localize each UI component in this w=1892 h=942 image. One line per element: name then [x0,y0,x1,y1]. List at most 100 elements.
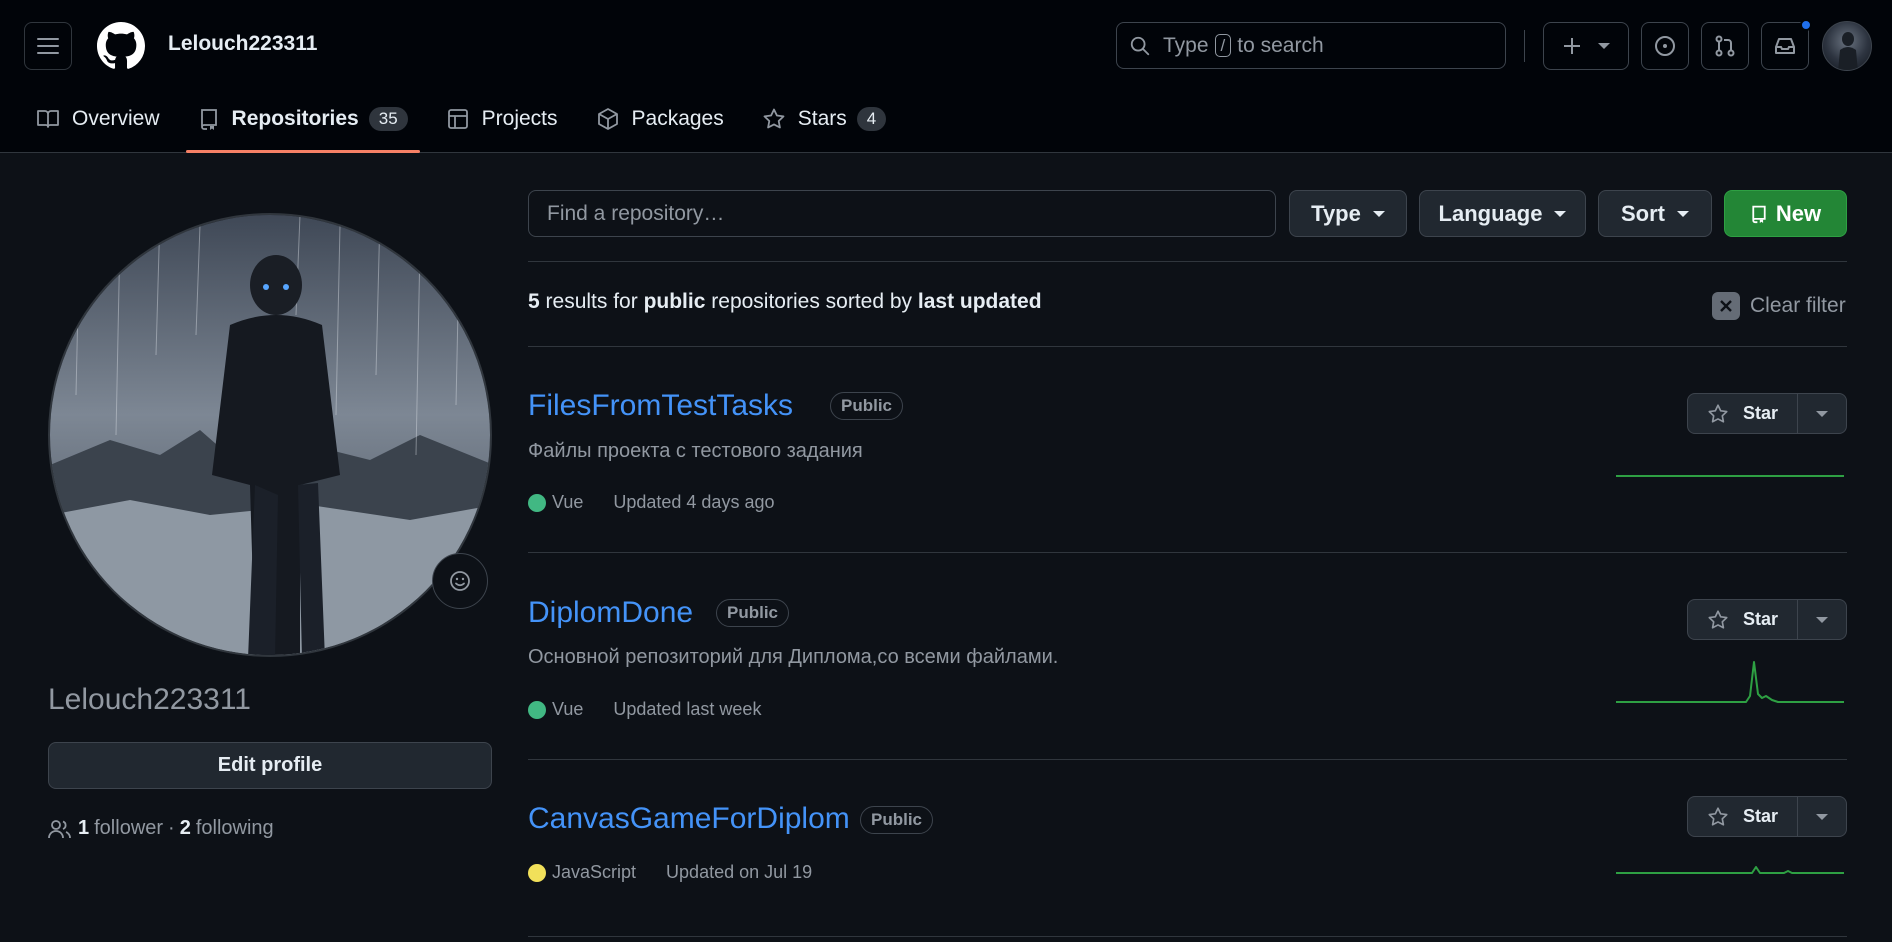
star-icon [1708,609,1728,629]
language-filter-label: Language [1438,200,1543,226]
star-label: Star [1742,403,1778,423]
repo-icon [200,109,217,130]
new-repository-button[interactable]: New [1724,190,1847,237]
tab-label: Projects [481,107,558,130]
top-header: Lelouch223311 Type / to search Overview … [0,0,1892,153]
followers-count[interactable]: 1 [78,817,89,840]
repo-name-link[interactable]: CanvasGameForDiplom [528,802,850,836]
visibility-badge: Public [860,806,934,834]
clear-filter-label: Clear filter [1750,294,1846,317]
create-new-button[interactable] [1543,22,1629,70]
star-button-group: Star [1687,796,1847,837]
avatar-figure-icon [1838,32,1858,70]
language-filter-button[interactable]: Language [1419,190,1586,237]
smiley-icon [450,571,470,591]
repo-description: Файлы проекта с тестового задания [528,440,863,462]
star-button[interactable]: Star [1688,394,1798,433]
tab-projects[interactable]: Projects [434,96,570,142]
chevron-down-icon [1372,210,1385,217]
plus-icon [1564,38,1580,54]
following-count[interactable]: 2 [180,817,191,840]
profile-username: Lelouch223311 [48,683,251,716]
star-list-dropdown[interactable] [1798,394,1846,433]
repo-language: Vue [552,492,584,512]
following-link[interactable]: following [196,817,274,840]
repo-language: JavaScript [552,862,637,882]
stars-count-badge: 4 [856,107,887,131]
find-repository-input[interactable]: Find a repository… [528,190,1276,237]
search-prefix: Type [1163,33,1209,57]
results-count: 5 [528,290,540,313]
search-suffix: to search [1237,33,1324,57]
inbox-icon [1775,38,1795,54]
repo-meta: Vue Updated 4 days ago [528,492,774,513]
sort-button[interactable]: Sort [1598,190,1712,237]
repo-updated: Updated 4 days ago [613,492,775,512]
results-visibility: public [643,290,706,313]
follow-stats: 1 follower · 2 following [48,817,274,840]
issues-button[interactable] [1641,22,1689,70]
repo-language: Vue [552,699,584,719]
tab-stars[interactable]: Stars 4 [750,96,898,142]
tab-packages[interactable]: Packages [584,96,736,142]
menu-button[interactable] [24,22,72,70]
star-label: Star [1742,609,1778,629]
star-button-group: Star [1687,393,1847,434]
star-button[interactable]: Star [1688,797,1798,836]
star-icon [1708,806,1728,826]
chevron-down-icon [1816,813,1828,820]
type-filter-label: Type [1311,200,1361,226]
close-icon [1712,292,1740,320]
header-username[interactable]: Lelouch223311 [168,32,317,56]
edit-profile-button[interactable]: Edit profile [48,742,492,789]
results-text: results for [545,290,638,313]
star-list-dropdown[interactable] [1798,600,1846,639]
results-sort: last updated [917,290,1042,313]
type-filter-button[interactable]: Type [1289,190,1407,237]
chevron-down-icon [1677,210,1689,217]
repo-name-link[interactable]: FilesFromTestTasks [528,389,793,423]
repo-icon [1752,205,1766,223]
people-icon [48,819,71,838]
pull-requests-button[interactable] [1701,22,1749,70]
github-logo-icon[interactable] [97,22,145,70]
user-avatar[interactable] [1822,21,1872,71]
divider [528,552,1847,553]
table-icon [447,109,468,129]
activity-sparkline [1616,475,1844,477]
clear-filter-button[interactable]: Clear filter [1712,292,1846,320]
profile-avatar[interactable] [48,213,492,657]
hamburger-icon [37,38,59,54]
tab-repositories[interactable]: Repositories 35 [185,96,420,153]
package-icon [597,108,618,130]
language-color-dot [528,863,546,882]
divider [528,261,1847,262]
tab-overview[interactable]: Overview [24,96,172,142]
search-shortcut-key: / [1214,34,1232,57]
sort-label: Sort [1621,200,1665,226]
star-label: Star [1742,806,1778,826]
language-color-dot [528,700,546,719]
star-list-dropdown[interactable] [1798,797,1846,836]
divider [528,346,1847,347]
set-status-button[interactable] [432,553,488,609]
repo-updated: Updated last week [613,699,762,719]
repo-updated: Updated on Jul 19 [666,862,813,882]
results-summary: 5 results for public repositories sorted… [528,290,1042,314]
visibility-badge: Public [716,599,790,627]
tab-label: Packages [631,107,724,130]
notification-indicator [1800,19,1812,31]
star-icon [763,108,785,129]
profile-image [50,215,490,655]
search-input[interactable]: Type / to search [1116,22,1506,69]
tab-label: Overview [72,107,160,130]
followers-link[interactable]: follower [94,817,163,840]
tab-label: Stars [797,107,847,130]
divider [528,936,1847,937]
chevron-down-icon [1554,210,1567,217]
language-color-dot [528,493,546,512]
pull-request-icon [1715,35,1735,57]
repo-name-link[interactable]: DiplomDone [528,596,693,630]
star-button[interactable]: Star [1688,600,1798,639]
activity-sparkline [1616,866,1844,874]
